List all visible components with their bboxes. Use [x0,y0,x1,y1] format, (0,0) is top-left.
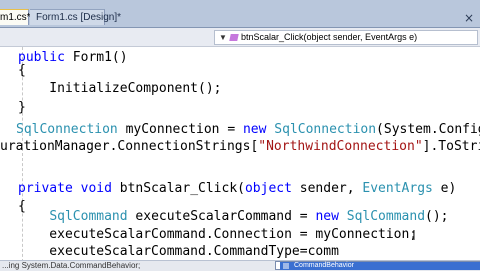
code-token: (System.Configu [376,122,480,137]
code-token: (); [425,209,449,224]
code-token: executeScalarCommand.CommandType=comm [18,244,339,259]
code-token: { [18,63,26,78]
tab-form1-cs[interactable]: m1.cs* [0,9,31,25]
member-dropdown[interactable]: ▼ btnScalar_Click(object sender, EventAr… [214,30,478,45]
code-editor[interactable]: public Form1(){ InitializeComponent();} S… [0,47,480,270]
code-token: SqlCommand [346,209,426,224]
document-tab-bar: m1.cs* Form1.cs [Design]* × [0,0,480,28]
code-token: "NorthwindConnection" [258,139,423,154]
intellisense-popup[interactable]: CommandBehavior [275,261,480,270]
tab-label: m1.cs* [0,12,31,23]
code-token: public [18,50,73,65]
code-token: urationManager.ConnectionStrings[ [0,139,259,154]
member-label: btnScalar_Click(object sender, EventArgs… [241,32,418,42]
code-token: new [242,122,275,137]
code-line[interactable]: urationManager.ConnectionStrings["Northw… [0,136,480,158]
dropdown-arrow-icon: ▼ [219,33,227,42]
code-token: InitializeComponent(); [18,81,222,96]
code-line[interactable]: public Form1() [18,47,128,69]
tab-label: Form1.cs [Design]* [36,12,122,23]
intellisense-item-label: CommandBehavior [294,262,354,269]
code-token: private void [18,181,120,196]
enum-icon [283,263,289,269]
code-token: executeScalarCommand.Connection = myConn… [18,227,418,242]
code-token: executeScalarCommand = [127,209,316,224]
code-line[interactable]: private void btnScalar_Click(object send… [18,178,456,200]
method-icon [229,34,239,41]
code-token: SqlConnection [16,122,118,137]
intellisense-item-selected[interactable]: CommandBehavior [280,262,480,270]
code-navigation-bar: ▼ btnScalar_Click(object sender, EventAr… [0,28,480,47]
close-icon[interactable]: × [464,12,474,24]
code-token: Form1() [72,50,128,65]
code-token: ].ToString [422,139,480,154]
code-token: sender, [291,181,363,196]
code-token: SqlConnection [274,122,377,137]
code-token: myConnection = [117,122,243,137]
tab-form1-design[interactable]: Form1.cs [Design]* [30,9,121,25]
code-token: EventArgs [362,181,433,196]
code-token: SqlCommand [49,209,128,224]
code-token: btnScalar_Click( [119,181,245,196]
code-token: e) [432,181,457,196]
code-line[interactable]: InitializeComponent(); [18,78,222,100]
code-token: } [18,100,26,115]
text-cursor-icon: I [412,229,416,244]
code-token: object [244,181,292,196]
code-token: new [315,209,347,224]
code-line[interactable]: } [18,97,26,119]
